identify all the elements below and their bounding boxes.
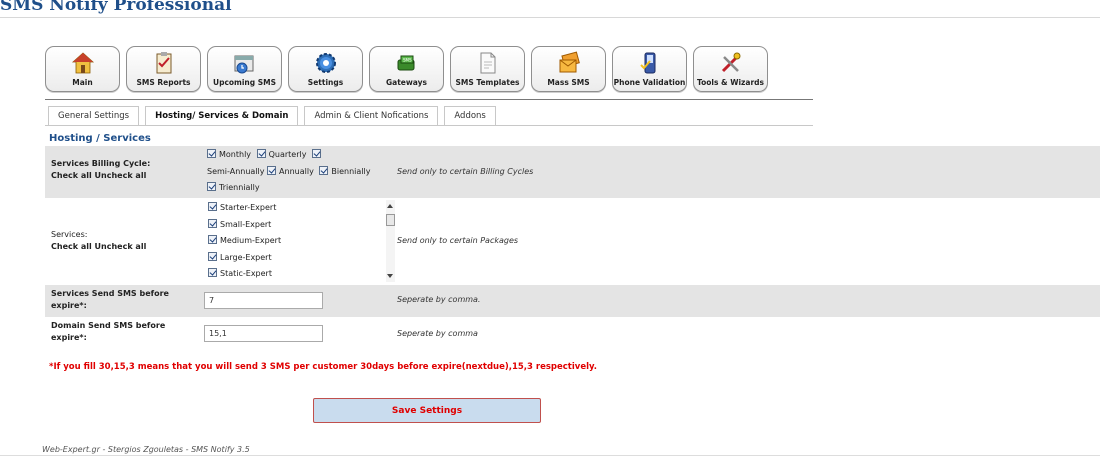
toolbar-settings-button[interactable]: Settings [288, 46, 363, 92]
service-label: Large-Expert [220, 252, 272, 262]
tools-icon [721, 52, 740, 73]
services-help: Send only to certain Packages [397, 236, 519, 245]
billing-triennially-label: Triennially [219, 183, 260, 192]
footer-credits: Web-Expert.gr - Stergios Zgouletas - SMS… [42, 445, 250, 454]
billing-quarterly-label: Quarterly [268, 150, 307, 159]
svg-text:SMS: SMS [403, 58, 412, 63]
list-item[interactable]: Static-Expert [205, 266, 395, 282]
services-expire-label: Services Send SMS before expire*: [51, 288, 169, 312]
toolbar-upcoming-sms-button[interactable]: Upcoming SMS [207, 46, 282, 92]
list-item[interactable]: Medium-Expert [205, 233, 395, 250]
list-item[interactable]: Large-Expert [205, 250, 395, 267]
toolbar-mass-sms-label: Mass SMS [547, 78, 590, 87]
billing-uncheck-all-link[interactable]: Uncheck all [95, 171, 147, 180]
services-expire-label-line1: Services Send SMS before [51, 289, 169, 298]
scroll-thumb[interactable] [386, 214, 395, 226]
services-uncheck-all-link[interactable]: Uncheck all [95, 242, 147, 251]
gear-icon [315, 53, 336, 73]
billing-check-all-link[interactable]: Check all [51, 171, 92, 180]
services-check-all-link[interactable]: Check all [51, 242, 92, 251]
save-settings-button[interactable]: Save Settings [313, 398, 541, 423]
billing-monthly-label: Monthly [219, 150, 252, 159]
tabs-divider [45, 125, 813, 126]
billing-cycle-help: Send only to certain Billing Cycles [397, 167, 534, 176]
toolbar-sms-reports-button[interactable]: SMS Reports [126, 46, 201, 92]
services-scrollbar[interactable] [386, 200, 395, 282]
toolbar-upcoming-sms-label: Upcoming SMS [212, 78, 277, 87]
service-label: Small-Expert [220, 219, 272, 229]
billing-triennially-checkbox[interactable] [207, 182, 216, 191]
billing-biennially-checkbox[interactable] [319, 165, 329, 175]
billing-cycle-row: Services Billing Cycle: Check all Unchec… [45, 146, 1100, 198]
toolbar-tools-wizards-label: Tools & Wizards [696, 78, 765, 87]
toolbar-gateways-label: Gateways [385, 78, 427, 87]
domain-expire-row: Domain Send SMS before expire*: Seperate… [45, 317, 1100, 349]
tab-admin-client-notifications[interactable]: Admin & Client Nofications [304, 106, 439, 125]
service-label: Starter-Expert [220, 203, 277, 212]
list-item[interactable]: Starter-Expert [205, 200, 395, 217]
expire-note: *If you fill 30,15,3 means that you will… [49, 362, 597, 372]
toolbar-main-label: Main [72, 78, 93, 87]
services-row: Services: Check all Uncheck all Starter-… [45, 198, 1100, 284]
scroll-down-icon[interactable] [387, 274, 393, 278]
settings-tabs: General Settings Hosting/ Services & Dom… [48, 106, 502, 125]
toolbar-settings-label: Settings [307, 78, 344, 87]
billing-cycle-label-block: Services Billing Cycle: Check all Unchec… [51, 158, 150, 182]
billing-annually-label: Annually [279, 166, 314, 176]
toolbar-phone-validation-button[interactable]: Phone Validation [612, 46, 687, 92]
envelopes-icon [559, 51, 580, 73]
toolbar-sms-templates-button[interactable]: SMS Templates [450, 46, 525, 92]
domain-expire-help: Seperate by comma [397, 329, 478, 338]
domain-expire-label-line2: expire*: [51, 333, 87, 342]
toolbar-sms-templates-label: SMS Templates [455, 78, 520, 87]
billing-cycle-options: Monthly Quarterly Semi-Annually Annually… [207, 147, 407, 197]
services-label: Services: [51, 230, 88, 239]
billing-monthly-checkbox[interactable] [207, 149, 216, 158]
services-expire-label-line2: expire*: [51, 301, 87, 310]
domain-expire-input[interactable] [204, 325, 323, 342]
tab-general-settings[interactable]: General Settings [48, 106, 140, 125]
tab-addons[interactable]: Addons [444, 106, 496, 125]
services-expire-help: Seperate by comma. [397, 295, 481, 304]
scroll-up-icon[interactable] [387, 204, 393, 208]
service-label: Static-Expert [220, 269, 272, 278]
services-expire-row: Services Send SMS before expire*: Sepera… [45, 285, 1100, 317]
billing-biennially-label: Biennially [331, 166, 371, 176]
tab-hosting-services-domain[interactable]: Hosting/ Services & Domain [145, 106, 299, 125]
toolbar-divider [45, 99, 813, 100]
toolbar-mass-sms-button[interactable]: Mass SMS [531, 46, 606, 92]
billing-semi-annually-checkbox[interactable] [312, 149, 321, 158]
services-label-block: Services: Check all Uncheck all [51, 229, 146, 253]
toolbar-tools-wizards-button[interactable]: Tools & Wizards [693, 46, 768, 92]
app-title: SMS Notify Professional [0, 0, 232, 15]
billing-cycle-label: Services Billing Cycle: [51, 159, 151, 168]
domain-expire-label: Domain Send SMS before expire*: [51, 320, 165, 344]
services-listbox[interactable]: Starter-Expert Small-Expert Medium-Exper… [205, 200, 395, 282]
billing-quarterly-checkbox[interactable] [256, 149, 266, 158]
list-item[interactable]: Small-Expert [205, 217, 395, 234]
main-toolbar: Main SMS Reports Upcoming SMS Settings S… [45, 46, 774, 92]
clipboard-check-icon [156, 52, 171, 74]
service-checkbox[interactable] [208, 235, 217, 244]
domain-expire-label-line1: Domain Send SMS before [51, 321, 166, 330]
toolbar-gateways-button[interactable]: SMS Gateways [369, 46, 444, 92]
service-checkbox[interactable] [208, 268, 217, 277]
toolbar-phone-validation-label: Phone Validation [613, 78, 686, 87]
title-divider [0, 17, 1100, 18]
document-icon [480, 52, 495, 74]
service-checkbox[interactable] [208, 251, 217, 261]
service-label: Medium-Expert [220, 236, 282, 245]
calendar-clock-icon [234, 55, 253, 74]
services-expire-input[interactable] [204, 292, 323, 309]
toolbar-sms-reports-label: SMS Reports [136, 78, 191, 87]
section-title: Hosting / Services [49, 133, 151, 144]
gateway-phone-icon: SMS [397, 55, 414, 71]
billing-semi-annually-label: Semi-Annually [207, 166, 265, 176]
toolbar-main-button[interactable]: Main [45, 46, 120, 92]
billing-annually-checkbox[interactable] [267, 165, 277, 175]
phone-check-icon [639, 52, 655, 74]
service-checkbox[interactable] [208, 202, 217, 211]
service-checkbox[interactable] [208, 218, 217, 228]
house-icon [71, 52, 94, 74]
